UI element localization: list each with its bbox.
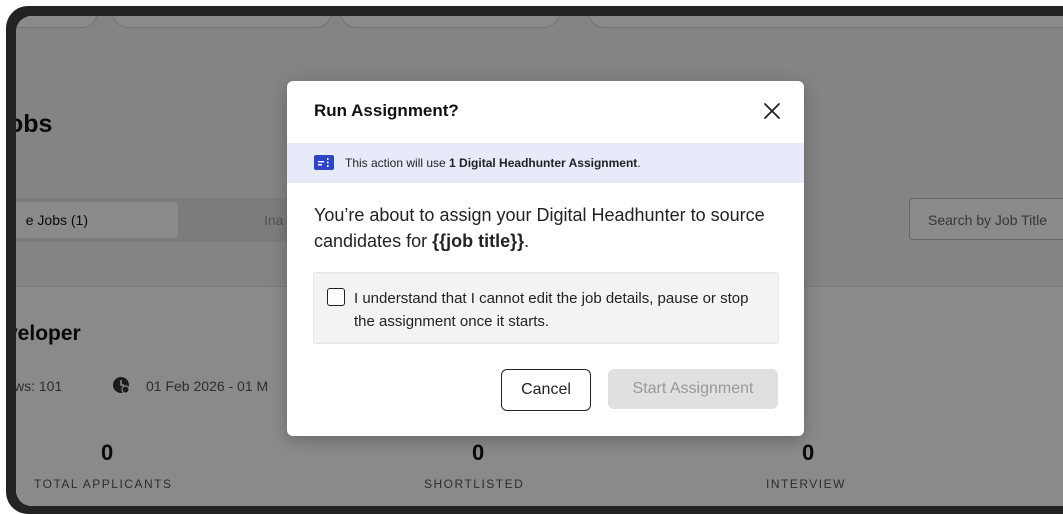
run-assignment-dialog: Run Assignment? This action will use 1 D… [287, 81, 804, 436]
dialog-message: You’re about to assign your Digital Head… [314, 202, 784, 254]
acknowledge-label[interactable]: I understand that I cannot edit the job … [354, 287, 764, 333]
assignment-usage-banner: This action will use 1 Digital Headhunte… [287, 143, 804, 183]
start-assignment-button[interactable]: Start Assignment [608, 369, 778, 409]
acknowledge-box: I understand that I cannot edit the job … [313, 272, 779, 344]
acknowledge-checkbox[interactable] [327, 288, 345, 306]
banner-prefix: This action will use [345, 156, 450, 170]
message-prefix: You’re about to assign your Digital Head… [314, 205, 765, 251]
banner-text: This action will use 1 Digital Headhunte… [345, 156, 641, 170]
banner-suffix: . [637, 156, 641, 170]
message-suffix: . [524, 231, 530, 251]
cancel-button[interactable]: Cancel [501, 369, 591, 411]
dialog-title: Run Assignment? [314, 101, 459, 120]
banner-bold: 1 Digital Headhunter Assignment [449, 156, 638, 170]
ticket-icon [314, 155, 334, 170]
message-job-title: {{job title}} [432, 231, 525, 251]
close-icon[interactable] [761, 100, 783, 122]
